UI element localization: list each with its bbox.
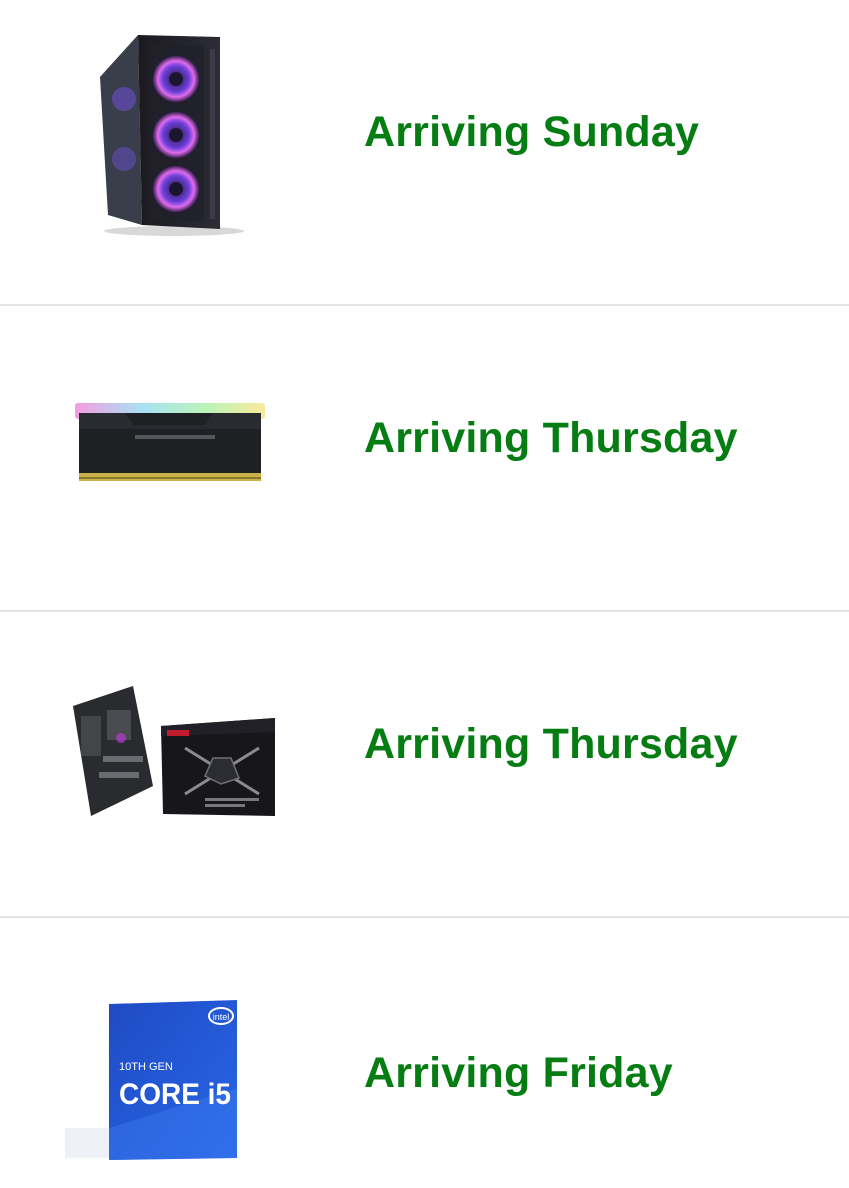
delivery-status: Arriving Sunday xyxy=(364,108,700,156)
generation-label: 10TH GEN xyxy=(119,1061,173,1073)
delivery-status: Arriving Thursday xyxy=(364,414,738,462)
product-image[interactable] xyxy=(60,636,280,856)
order-list: Arriving Sunday Arriving Thursday Arrivi… xyxy=(0,0,849,1181)
order-item[interactable]: Arriving Sunday xyxy=(0,0,849,306)
order-item[interactable]: intel 10TH GEN CORE i5 Arriving Friday xyxy=(0,918,849,1181)
pc-case-icon xyxy=(100,35,244,236)
cpu-box-icon: intel 10TH GEN CORE i5 xyxy=(65,1000,237,1160)
product-image[interactable]: intel 10TH GEN CORE i5 xyxy=(60,968,280,1188)
product-image[interactable] xyxy=(60,24,280,244)
ram-module-icon xyxy=(75,403,265,481)
motherboard-icon xyxy=(72,686,275,816)
core-i5-label: CORE i5 xyxy=(119,1078,231,1111)
order-item[interactable]: Arriving Thursday xyxy=(0,612,849,918)
delivery-status: Arriving Friday xyxy=(364,1049,673,1097)
order-item[interactable]: Arriving Thursday xyxy=(0,306,849,612)
product-image[interactable] xyxy=(60,330,280,550)
intel-logo-text: intel xyxy=(213,1012,230,1022)
delivery-status: Arriving Thursday xyxy=(364,720,738,768)
